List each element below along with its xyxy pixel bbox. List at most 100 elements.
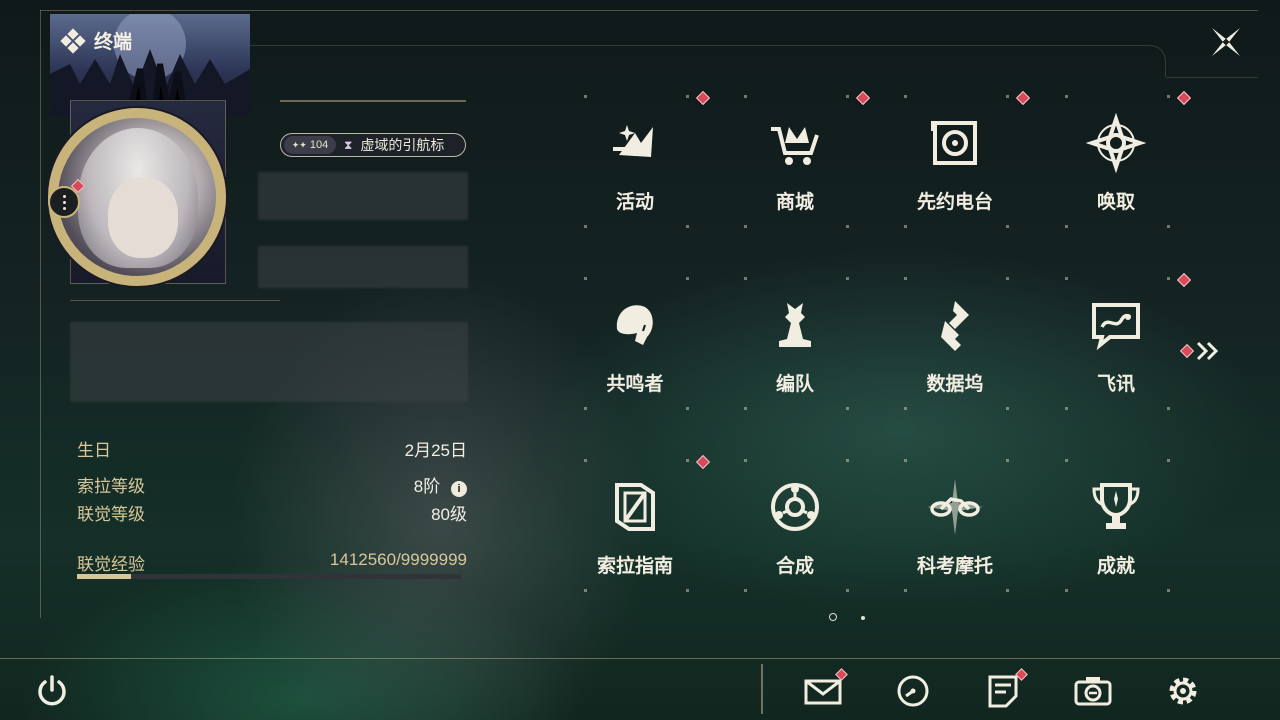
menu-item-alert-dot bbox=[695, 454, 711, 470]
right-frame-line bbox=[1166, 77, 1258, 78]
grid-tick bbox=[846, 277, 849, 280]
grid-tick bbox=[584, 407, 587, 410]
menu-item-alert-dot bbox=[1015, 90, 1031, 106]
grid-tick bbox=[1167, 95, 1170, 98]
menu-item-radio[interactable]: 先约电台 bbox=[880, 85, 1031, 235]
clock-icon bbox=[897, 675, 929, 707]
chat-icon bbox=[1086, 295, 1146, 355]
menu-item-guidebook[interactable]: 索拉指南 bbox=[560, 449, 711, 599]
page-title: 终端 bbox=[94, 32, 133, 53]
grid-tick bbox=[846, 95, 849, 98]
menu-item-chat[interactable]: 飞讯 bbox=[1041, 267, 1192, 417]
power-button[interactable] bbox=[33, 672, 71, 710]
menu-item-trophy[interactable]: 成就 bbox=[1041, 449, 1191, 599]
card-frame-bottom bbox=[70, 300, 280, 301]
grid-tick bbox=[1065, 407, 1068, 410]
title-badge[interactable]: ✦✦ 104 ⧗ 虚域的引航标 bbox=[280, 133, 466, 157]
menu-item-label: 编队 bbox=[775, 374, 814, 395]
grid-tick bbox=[846, 407, 849, 410]
menu-item-alert-dot bbox=[695, 90, 711, 106]
stat-union-exp: 联觉经验 1412560/9999999 bbox=[77, 550, 467, 574]
grid-tick bbox=[1167, 459, 1170, 462]
menu-item-resonator[interactable]: 共鸣者 bbox=[560, 267, 710, 417]
shop-icon bbox=[765, 113, 825, 173]
avatar-face bbox=[108, 178, 178, 258]
grid-tick bbox=[1065, 459, 1068, 462]
grid-tick bbox=[744, 459, 747, 462]
synthesis-icon bbox=[765, 477, 825, 537]
stat-sola-level: 索拉等级 8阶 i bbox=[77, 472, 467, 497]
terminal-diamond-icon bbox=[60, 27, 86, 54]
grid-tick bbox=[584, 95, 587, 98]
grid-tick bbox=[1167, 407, 1170, 410]
menu-item-label: 合成 bbox=[775, 556, 814, 577]
grid-tick bbox=[1006, 589, 1009, 592]
page-indicator-1[interactable] bbox=[829, 613, 837, 621]
grid-tick bbox=[1006, 225, 1009, 228]
grid-tick bbox=[744, 589, 747, 592]
guidebook-icon bbox=[605, 477, 665, 537]
grid-tick bbox=[1006, 95, 1009, 98]
more-options-button[interactable] bbox=[48, 186, 80, 218]
next-page-button[interactable] bbox=[1179, 340, 1222, 362]
grid-tick bbox=[1065, 589, 1068, 592]
menu-item-event[interactable]: 活动 bbox=[560, 85, 711, 235]
clock-button[interactable] bbox=[894, 672, 932, 710]
camera-icon bbox=[1074, 677, 1112, 706]
menu-item-shop[interactable]: 商城 bbox=[720, 85, 871, 235]
grid-tick bbox=[904, 459, 907, 462]
left-frame-line bbox=[40, 10, 41, 618]
stat-birthday: 生日 2月25日 bbox=[77, 436, 467, 460]
close-icon bbox=[1212, 28, 1240, 56]
menu-item-alert-dot bbox=[1176, 272, 1192, 288]
grid-tick bbox=[584, 459, 587, 462]
menu-item-label: 唤取 bbox=[1096, 192, 1135, 213]
menu-item-label: 飞讯 bbox=[1096, 374, 1135, 395]
sola-level-value: 8阶 bbox=[413, 477, 441, 496]
camera-button[interactable] bbox=[1074, 672, 1112, 710]
menu-item-alert-dot bbox=[855, 90, 871, 106]
stat-label: 联觉等级 bbox=[77, 505, 145, 524]
menu-item-convene[interactable]: 唤取 bbox=[1041, 85, 1192, 235]
menu-item-label: 成就 bbox=[1096, 556, 1135, 577]
exp-progress-bar bbox=[77, 574, 461, 579]
grid-tick bbox=[686, 277, 689, 280]
grid-tick bbox=[1065, 225, 1068, 228]
menu-item-motorbike[interactable]: 科考摩托 bbox=[880, 449, 1030, 599]
close-button[interactable] bbox=[1208, 24, 1244, 60]
grid-tick bbox=[904, 225, 907, 228]
grid-tick bbox=[1065, 277, 1068, 280]
grid-tick bbox=[686, 459, 689, 462]
grid-tick bbox=[904, 277, 907, 280]
grid-tick bbox=[744, 277, 747, 280]
grid-tick bbox=[584, 225, 587, 228]
notice-button[interactable] bbox=[984, 668, 1028, 710]
info-icon[interactable]: i bbox=[451, 481, 467, 497]
grid-tick bbox=[1006, 277, 1009, 280]
settings-icon bbox=[1169, 677, 1197, 705]
stat-label: 索拉等级 bbox=[77, 477, 145, 496]
grid-tick bbox=[584, 277, 587, 280]
stat-value: 8阶 i bbox=[414, 472, 467, 497]
grid-tick bbox=[744, 407, 747, 410]
menu-item-team[interactable]: 编队 bbox=[720, 267, 870, 417]
resonator-icon bbox=[605, 295, 665, 355]
menu-item-databank[interactable]: 数据坞 bbox=[880, 267, 1030, 417]
grid-tick bbox=[1167, 589, 1170, 592]
databank-icon bbox=[925, 295, 985, 355]
menu-item-synthesis[interactable]: 合成 bbox=[720, 449, 870, 599]
title-badge-text: 虚域的引航标 bbox=[360, 137, 445, 153]
name-blurred bbox=[258, 246, 468, 288]
grid-tick bbox=[1167, 277, 1170, 280]
uid-blurred bbox=[70, 322, 468, 402]
mail-button[interactable] bbox=[804, 668, 848, 710]
page-indicator-2[interactable] bbox=[861, 616, 865, 620]
stat-value: 2月25日 bbox=[404, 441, 467, 460]
menu-item-label: 先约电台 bbox=[916, 192, 993, 213]
menu-item-label: 索拉指南 bbox=[596, 556, 673, 577]
settings-button[interactable] bbox=[1164, 672, 1202, 710]
exp-value: 1412560/9999999 bbox=[329, 550, 467, 569]
grid-tick bbox=[846, 225, 849, 228]
menu-item-label: 共鸣者 bbox=[606, 374, 664, 395]
convene-icon bbox=[1086, 113, 1146, 173]
